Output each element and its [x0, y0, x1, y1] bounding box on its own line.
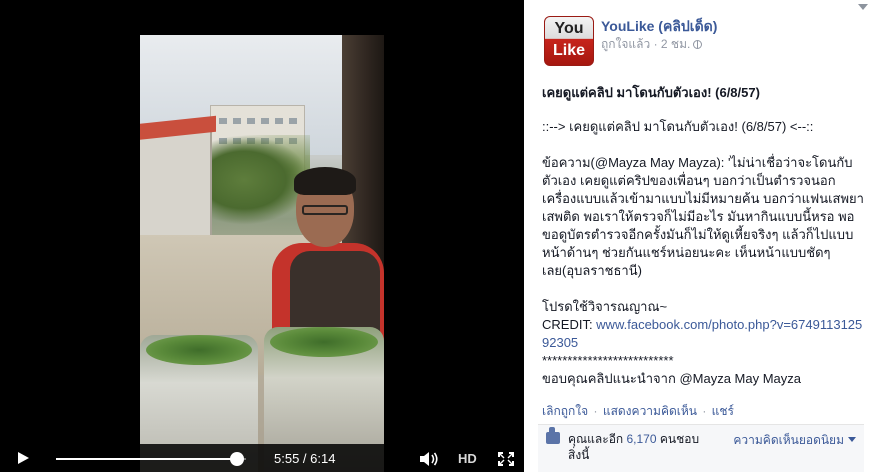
globe-icon — [693, 40, 703, 49]
video-frame[interactable] — [140, 35, 384, 472]
progress-bar[interactable] — [56, 452, 246, 466]
logo-text-bottom: Like — [552, 42, 585, 59]
top-comments-dropdown[interactable]: ความคิดเห็นยอดนิยม — [733, 431, 856, 450]
video-person-hair — [294, 167, 356, 195]
post-credit-block: โปรดใช้วิจารณญาณ~ CREDIT: www.facebook.c… — [542, 298, 864, 388]
post-panel: You Like YouLike (คลิปเด็ด) ถูกใจแล้ว · … — [524, 0, 874, 472]
post-thanks: ขอบคุณคลิปแนะนำจาก @Mayza May Mayza — [542, 371, 802, 386]
credit-label: CREDIT: — [542, 317, 597, 332]
volume-icon[interactable] — [420, 452, 440, 466]
share-link[interactable]: แชร์ — [712, 404, 734, 418]
play-icon[interactable] — [18, 452, 29, 464]
likes-prefix: คุณและอีก — [568, 432, 627, 446]
progress-fill — [56, 458, 238, 460]
fullscreen-icon[interactable] — [498, 452, 514, 466]
time-display: 5:55 / 6:14 — [274, 451, 336, 466]
post-title: เคยดูแต่คลิป มาโดนกับตัวเอง! (6/8/57) — [542, 85, 760, 100]
chevron-down-icon[interactable] — [858, 4, 868, 10]
meta-dot: · — [650, 37, 661, 51]
post-body: ::--> เคยดูแต่คลิป มาโดนกับตัวเอง! (6/8/… — [542, 118, 864, 406]
video-player[interactable]: 5:55 / 6:14 HD — [0, 0, 524, 472]
unlike-link[interactable]: เลิกถูกใจ — [542, 404, 588, 418]
likes-summary: คุณและอีก 6,170 คนชอบสิ่งนี้ — [568, 431, 703, 463]
post-actions: เลิกถูกใจ · แสดงความคิดเห็น · แชร์ — [542, 402, 734, 421]
video-person-glasses — [302, 205, 348, 215]
comment-link[interactable]: แสดงความคิดเห็น — [603, 404, 697, 418]
post-intro: ::--> เคยดูแต่คลิป มาโดนกับตัวเอง! (6/8/… — [542, 119, 814, 134]
progress-knob[interactable] — [230, 452, 245, 466]
post-time[interactable]: 2 ชม. — [661, 37, 690, 51]
action-separator: · — [590, 404, 601, 418]
post-meta: ถูกใจแล้ว · 2 ชม. — [601, 35, 703, 54]
post-stars: ************************** — [542, 353, 674, 368]
page-logo[interactable]: You Like — [544, 16, 594, 66]
logo-text-top: You — [554, 20, 584, 37]
liked-label[interactable]: ถูกใจแล้ว — [601, 37, 650, 51]
post-judgement: โปรดใช้วิจารณญาณ~ — [542, 299, 668, 314]
post-message: ข้อความ(@Mayza May Mayza): 'ไม่น่าเชื่อว… — [542, 155, 864, 278]
likes-count-link[interactable]: 6,170 — [627, 432, 657, 446]
thumbs-up-icon — [546, 427, 560, 444]
hd-button[interactable]: HD — [458, 451, 477, 466]
action-separator: · — [699, 404, 710, 418]
likes-bar: คุณและอีก 6,170 คนชอบสิ่งนี้ ความคิดเห็น… — [538, 424, 864, 472]
video-controls: 5:55 / 6:14 HD — [0, 444, 524, 472]
